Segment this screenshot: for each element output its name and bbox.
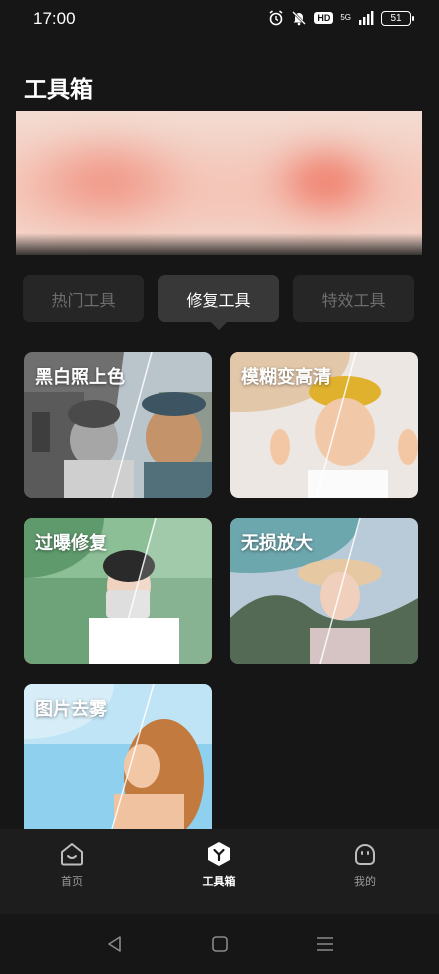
tool-label: 无损放大	[241, 533, 313, 554]
tool-card-colorize[interactable]: 黑白照上色	[24, 352, 212, 498]
tool-label: 图片去雾	[35, 699, 107, 720]
status-bar: 17:00 HD 5G 51	[0, 0, 439, 40]
tool-card-dehaze[interactable]: 图片去雾	[24, 684, 212, 829]
tab-effect-tools[interactable]: 特效工具	[293, 275, 414, 322]
nav-label: 我的	[354, 875, 376, 888]
tab-repair-tools[interactable]: 修复工具	[158, 275, 279, 322]
alarm-icon	[269, 10, 283, 26]
home-button-icon[interactable]	[210, 934, 230, 954]
tool-tabs: 热门工具 修复工具 特效工具	[23, 275, 414, 322]
hd-badge: HD	[314, 12, 334, 24]
toolbox-icon	[208, 842, 230, 866]
battery-indicator: 51	[381, 10, 414, 26]
nav-label: 工具箱	[202, 875, 236, 888]
tool-label: 过曝修复	[35, 533, 107, 554]
nav-profile[interactable]: 我的	[320, 841, 410, 889]
tool-label: 黑白照上色	[35, 367, 125, 388]
status-time: 17:00	[33, 9, 76, 28]
nav-toolbox[interactable]: 工具箱	[174, 841, 264, 889]
page-title: 工具箱	[24, 77, 93, 103]
network-type: 5G	[340, 13, 351, 22]
home-icon	[61, 843, 83, 866]
recents-icon[interactable]	[315, 934, 335, 954]
bottom-nav: 首页 工具箱 我的	[0, 829, 439, 914]
status-icons: HD 5G 51	[268, 10, 414, 26]
nav-label: 首页	[61, 875, 83, 888]
system-navigation-bar	[0, 914, 439, 974]
tab-hot-tools[interactable]: 热门工具	[23, 275, 144, 322]
tool-card-overexposure-fix[interactable]: 过曝修复	[24, 518, 212, 664]
back-icon[interactable]	[105, 934, 125, 954]
promo-banner[interactable]	[16, 111, 422, 255]
nav-home[interactable]: 首页	[27, 841, 117, 889]
mute-icon	[292, 11, 307, 26]
signal-icon	[359, 11, 374, 25]
tool-label: 模糊变高清	[241, 367, 331, 388]
tool-card-deblur[interactable]: 模糊变高清	[230, 352, 418, 498]
tool-card-lossless-upscale[interactable]: 无损放大	[230, 518, 418, 664]
profile-icon	[355, 844, 375, 865]
